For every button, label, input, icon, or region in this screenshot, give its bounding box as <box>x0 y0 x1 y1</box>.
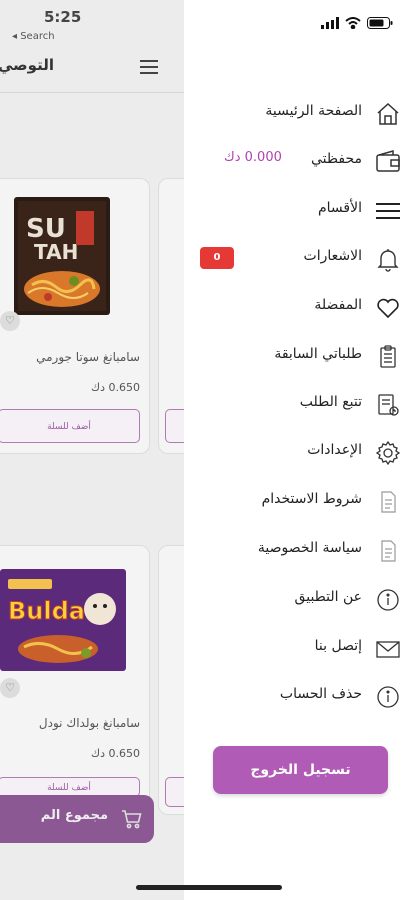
cart-total-label: مجموع الم <box>40 808 108 823</box>
menu-label: تتبع الطلب <box>299 394 362 410</box>
info-icon <box>375 587 401 613</box>
cart-total-bar[interactable]: مجموع الم <box>0 795 154 843</box>
track-icon <box>375 392 401 418</box>
product-price: 0.650 دك <box>91 747 140 760</box>
menu-item-previous-orders[interactable]: طلباتي السابقة <box>184 336 417 376</box>
favorite-heart-icon[interactable]: ♡ <box>0 311 20 331</box>
menu-item-categories[interactable]: الأقسام <box>184 190 417 230</box>
menu-item-home[interactable]: الصفحة الرئيسية <box>184 93 417 133</box>
favorite-heart-icon[interactable]: ♡ <box>0 678 20 698</box>
menu-item-terms[interactable]: شروط الاستخدام <box>184 481 417 521</box>
menu-icon <box>375 198 401 224</box>
menu-label: الاشعارات <box>303 248 362 264</box>
cart-icon <box>120 807 144 831</box>
home-icon <box>375 101 401 127</box>
signal-icon <box>321 14 339 33</box>
product-image: Buldak <box>0 569 126 671</box>
menu-item-about[interactable]: عن التطبيق <box>184 579 417 619</box>
menu-item-privacy[interactable]: سياسة الخصوصية <box>184 530 417 570</box>
add-to-cart-button-partial[interactable] <box>165 777 184 807</box>
menu-label: الأقسام <box>318 200 362 216</box>
add-to-cart-button[interactable]: أضف للسلة <box>0 409 140 443</box>
page-title: التوصي <box>0 56 54 74</box>
add-to-cart-button-partial[interactable] <box>165 409 184 443</box>
heart-icon <box>375 295 401 321</box>
product-image: SU TAH <box>14 197 110 315</box>
menu-label: المفضلة <box>314 297 362 313</box>
wifi-icon <box>345 14 361 33</box>
document-icon <box>375 538 401 564</box>
status-time: 5:25 <box>44 8 82 26</box>
battery-icon <box>367 14 393 33</box>
side-drawer: الصفحة الرئيسية محفظتي 0.000 دك الأقسام … <box>184 0 417 900</box>
mail-icon <box>375 636 401 662</box>
add-to-cart-button[interactable]: أضف للسلة <box>0 777 140 797</box>
menu-label: شروط الاستخدام <box>261 491 362 507</box>
wallet-icon <box>375 149 401 175</box>
product-name: سامبانغ بولداك نودل <box>38 716 140 730</box>
menu-item-delete-account[interactable]: حذف الحساب <box>184 676 417 716</box>
menu-item-contact[interactable]: إتصل بنا <box>184 628 417 668</box>
logout-button[interactable]: تسجيل الخروج <box>213 746 388 794</box>
status-icons <box>321 14 393 33</box>
menu-label: إتصل بنا <box>314 638 362 654</box>
menu-item-wallet[interactable]: محفظتي <box>184 141 417 181</box>
bell-icon <box>375 246 401 272</box>
menu-label: محفظتي <box>311 151 362 167</box>
wallet-balance: 0.000 دك <box>224 150 282 165</box>
back-to-search[interactable]: ◂ Search <box>12 31 55 42</box>
menu-label: عن التطبيق <box>294 589 362 605</box>
product-price: 0.650 دك <box>91 381 140 394</box>
menu-label: الإعدادات <box>307 442 362 458</box>
document-icon <box>375 489 401 515</box>
clipboard-icon <box>375 344 401 370</box>
header-divider <box>0 92 184 93</box>
menu-label: سياسة الخصوصية <box>257 540 362 556</box>
home-indicator <box>136 885 282 890</box>
background-screen: 5:25 ◂ Search التوصي SU TAH ♡ سامبانغ سو… <box>0 0 184 900</box>
menu-item-track-order[interactable]: تتبع الطلب <box>184 384 417 424</box>
product-name: سامبانغ سوتا جورمي <box>36 350 140 364</box>
info-icon <box>375 684 401 710</box>
menu-label: حذف الحساب <box>279 686 362 702</box>
menu-label: الصفحة الرئيسية <box>265 103 362 119</box>
svg-text:TAH: TAH <box>34 240 78 264</box>
product-card-partial[interactable] <box>158 545 184 815</box>
menu-item-favorites[interactable]: المفضلة <box>184 287 417 327</box>
menu-label: طلباتي السابقة <box>274 346 362 362</box>
notifications-badge: 0 <box>200 247 234 269</box>
gear-icon <box>375 440 401 466</box>
menu-item-settings[interactable]: الإعدادات <box>184 432 417 472</box>
hamburger-icon[interactable] <box>140 60 158 78</box>
